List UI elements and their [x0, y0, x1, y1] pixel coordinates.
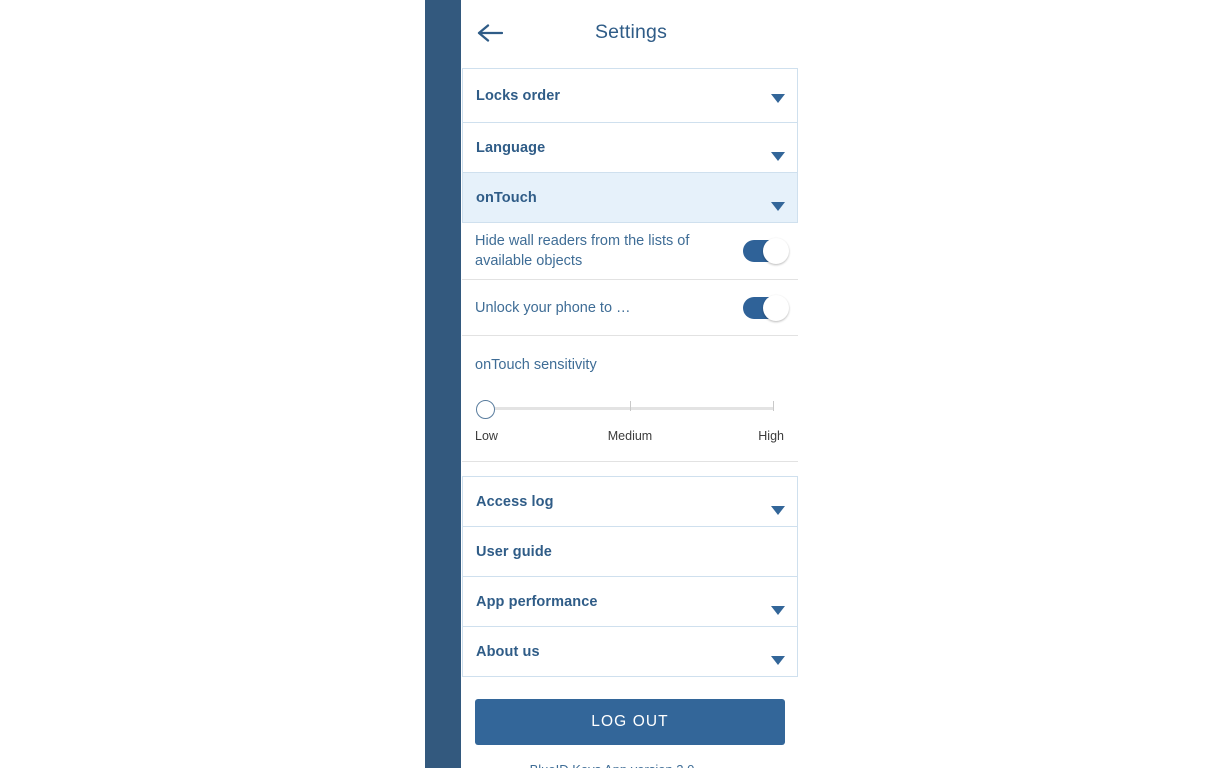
accordion-ontouch[interactable]: onTouch	[463, 173, 797, 222]
slider-tick-high	[773, 401, 774, 411]
sensitivity-title: onTouch sensitivity	[475, 357, 597, 373]
back-button[interactable]	[475, 20, 505, 46]
chevron-down-icon	[771, 93, 785, 103]
left-rail	[425, 0, 461, 768]
ontouch-panel: Hide wall readers from the lists of avai…	[461, 223, 799, 462]
settings-screen: Settings Locks order Language onTouch Hi…	[461, 0, 799, 768]
slider-tick-medium	[630, 401, 631, 411]
accordion-card-access-log: Access log	[462, 476, 798, 527]
arrow-left-icon	[477, 24, 503, 42]
chevron-down-icon	[771, 201, 785, 211]
accordion-about-us[interactable]: About us	[463, 627, 797, 676]
accordion-card-ontouch: onTouch	[462, 173, 798, 223]
accordion-access-log[interactable]: Access log	[463, 477, 797, 526]
accordion-user-guide[interactable]: User guide	[463, 527, 797, 576]
accordion-label: About us	[476, 643, 540, 660]
slider-thumb[interactable]	[476, 400, 495, 419]
accordion-label: App performance	[476, 593, 598, 610]
toggle-unlock-phone[interactable]	[743, 294, 789, 321]
toggle-knob	[763, 294, 789, 321]
accordion-label: Access log	[476, 493, 554, 510]
accordion-label: Language	[476, 139, 546, 156]
setting-label: Unlock your phone to …	[475, 299, 631, 316]
chevron-down-icon	[771, 151, 785, 161]
accordion-label: onTouch	[476, 189, 537, 206]
setting-hide-wall-readers: Hide wall readers from the lists of avai…	[462, 223, 798, 280]
setting-unlock-phone: Unlock your phone to …	[462, 280, 798, 336]
slider-labels: Low Medium High	[475, 429, 785, 447]
accordion-label: Locks order	[476, 87, 561, 104]
toggle-hide-wall-readers[interactable]	[743, 238, 789, 264]
settings-group-top: Locks order Language onTouch Hide wall r…	[461, 68, 799, 462]
slider-label-medium: Medium	[607, 429, 653, 443]
chevron-down-icon	[771, 605, 785, 615]
accordion-language[interactable]: Language	[463, 123, 797, 172]
toggle-knob	[763, 238, 789, 264]
logout-button[interactable]: LOG OUT	[475, 699, 785, 745]
accordion-label: User guide	[476, 543, 552, 560]
page-title: Settings	[594, 20, 668, 43]
app-version-label: BlueID Keys App version 2.0	[461, 762, 799, 768]
chevron-down-icon	[771, 505, 785, 515]
accordion-card-user-guide: User guide	[462, 527, 798, 577]
app-screen: Settings Locks order Language onTouch Hi…	[0, 0, 1224, 768]
footer-actions: LOG OUT	[461, 677, 799, 745]
slider-label-low: Low	[475, 429, 498, 443]
slider-label-high: High	[758, 429, 784, 443]
accordion-app-performance[interactable]: App performance	[463, 577, 797, 626]
accordion-card-about-us: About us	[462, 627, 798, 677]
sensitivity-section: onTouch sensitivity Low Medium High	[462, 336, 798, 462]
accordion-card-app-performance: App performance	[462, 577, 798, 627]
app-header: Settings	[461, 0, 799, 64]
setting-label: Hide wall readers from the lists of avai…	[475, 233, 690, 269]
settings-group-bottom: Access log User guide App performance Ab…	[461, 476, 799, 677]
accordion-locks-order[interactable]: Locks order	[463, 69, 797, 122]
chevron-down-icon	[771, 655, 785, 665]
accordion-card-language: Language	[462, 123, 798, 173]
sensitivity-slider[interactable]	[475, 395, 785, 429]
accordion-card-locks-order: Locks order	[462, 68, 798, 123]
